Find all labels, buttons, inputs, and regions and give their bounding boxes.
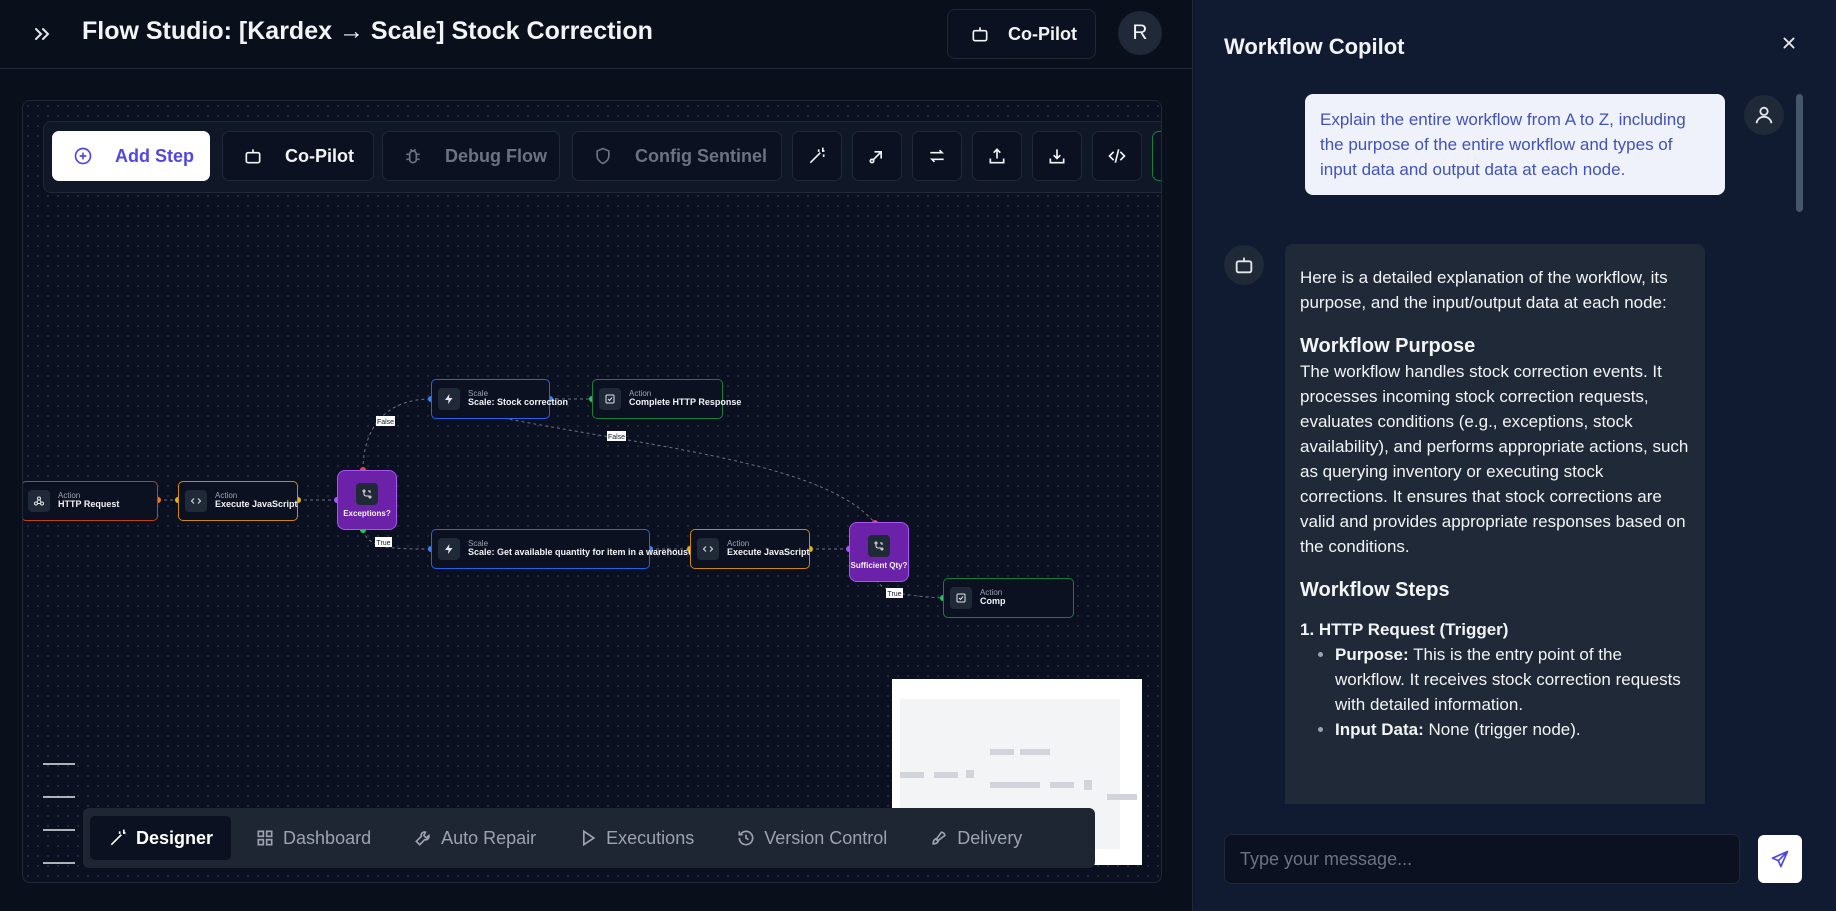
header-copilot-button[interactable]: Co-Pilot [947,9,1096,59]
send-button[interactable] [1758,835,1802,883]
edge-stock-false-to-qty [497,416,876,524]
bolt-icon [438,388,460,410]
nav-delivery[interactable]: Delivery [911,816,1040,860]
nav-auto-repair[interactable]: Auto Repair [395,816,554,860]
edge-label-true-2: True [886,588,903,598]
nav-label: Delivery [957,827,1023,848]
node-label: Comp [980,596,1006,607]
step1-input-label: Input Data: [1335,720,1424,739]
edge-exceptions-true [362,529,432,550]
node-http-request[interactable]: Action HTTP Request [23,481,158,521]
step1-purpose: Purpose: This is the entry point of the … [1335,642,1690,717]
purpose-heading: Workflow Purpose [1300,335,1476,357]
user-message: Explain the entire workflow from A to Z,… [1305,94,1725,195]
copilot-title: Workflow Copilot [1224,34,1405,59]
node-label: Execute JavaScript [215,499,298,510]
page-title: Flow Studio: [Kardex → Scale] Stock Corr… [82,17,653,45]
nav-version-control[interactable]: Version Control [718,816,905,860]
node-complete-http-response-1[interactable]: Action Complete HTTP Response [592,379,741,419]
edge-label-true-1: True [375,537,392,547]
node-label: Execute JavaScript [727,547,810,558]
bot-intro: Here is a detailed explanation of the wo… [1300,268,1668,312]
step1-heading: 1. HTTP Request (Trigger) [1300,620,1509,639]
robot-icon [1224,245,1264,285]
wand-icon [108,828,128,848]
node-label: Complete HTTP Response [629,397,742,408]
nav-designer[interactable]: Designer [90,816,232,860]
branch-icon [356,482,378,505]
svg-text:True: True [376,540,390,547]
node-exceptions-condition[interactable]: Exceptions? [337,470,397,530]
svg-text:False: False [608,434,625,441]
nav-label: Version Control [764,827,888,848]
check-square-icon [599,388,621,410]
workflow-canvas[interactable]: Add Step Co-Pilot Debug Flow Config Sent… [22,100,1162,883]
play-icon [578,828,598,848]
purpose-text: The workflow handles stock correction ev… [1300,362,1689,556]
svg-text:True: True [887,591,901,598]
history-icon [736,828,756,848]
send-icon [1770,849,1790,869]
close-icon[interactable] [1778,32,1800,54]
code-icon [697,538,719,560]
chat-history[interactable]: Explain the entire workflow from A to Z,… [1193,84,1836,804]
rocket-icon [929,828,949,848]
bolt-icon [438,538,460,560]
node-scale-get-available-quantity[interactable]: Scale Scale: Get available quantity for i… [431,529,693,569]
step1-input-text: None (trigger node). [1423,720,1581,739]
chat-message-input[interactable] [1224,834,1740,884]
condition-label: Exceptions? [343,508,391,518]
node-label: Scale: Stock correction [468,397,569,408]
bot-message: Here is a detailed explanation of the wo… [1285,244,1705,804]
expand-sidebar-icon[interactable] [30,22,54,46]
nav-label: Auto Repair [441,827,537,848]
nav-label: Executions [606,827,695,848]
node-complete-http-response-2[interactable]: Action Comp [943,578,1074,618]
edge-label-false-1: False [376,416,395,426]
user-icon [1744,95,1784,135]
code-icon [185,490,207,512]
node-label: HTTP Request [58,499,120,510]
grid-icon [255,828,275,848]
branch-icon [868,534,890,557]
wrench-icon [413,828,433,848]
app-header: Flow Studio: [Kardex → Scale] Stock Corr… [0,0,1192,69]
header-copilot-label: Co-Pilot [1008,23,1077,44]
copilot-panel: Workflow Copilot Explain the entire work… [1192,0,1836,911]
user-avatar[interactable]: R [1118,11,1162,55]
webhook-icon [28,490,50,512]
nav-executions[interactable]: Executions [560,816,712,860]
node-scale-stock-correction[interactable]: Scale Scale: Stock correction [431,379,568,419]
svg-text:False: False [377,419,394,426]
step1-purpose-label: Purpose: [1335,645,1409,664]
node-execute-javascript-2[interactable]: Action Execute JavaScript [690,529,810,569]
node-label: Scale: Get available quantity for item i… [468,547,694,558]
chat-scrollbar[interactable] [1796,94,1803,212]
nav-dashboard[interactable]: Dashboard [237,816,389,860]
bottom-navigation: Designer Dashboard Auto Repair Execution… [83,808,1095,868]
condition-label: Sufficient Qty? [850,560,908,570]
nav-label: Dashboard [283,827,372,848]
edge-label-false-2: False [607,431,626,441]
nav-label: Designer [136,827,214,848]
node-sufficient-qty-condition[interactable]: Sufficient Qty? [849,522,909,582]
node-execute-javascript-1[interactable]: Action Execute JavaScript [178,481,298,521]
robot-icon [970,24,990,44]
step1-details: Purpose: This is the entry point of the … [1300,642,1690,742]
steps-heading: Workflow Steps [1300,579,1450,601]
step1-input: Input Data: None (trigger node). [1335,717,1690,742]
zoom-controls[interactable] [43,761,75,871]
edge-exceptions-false [362,398,432,471]
check-square-icon [950,587,972,609]
